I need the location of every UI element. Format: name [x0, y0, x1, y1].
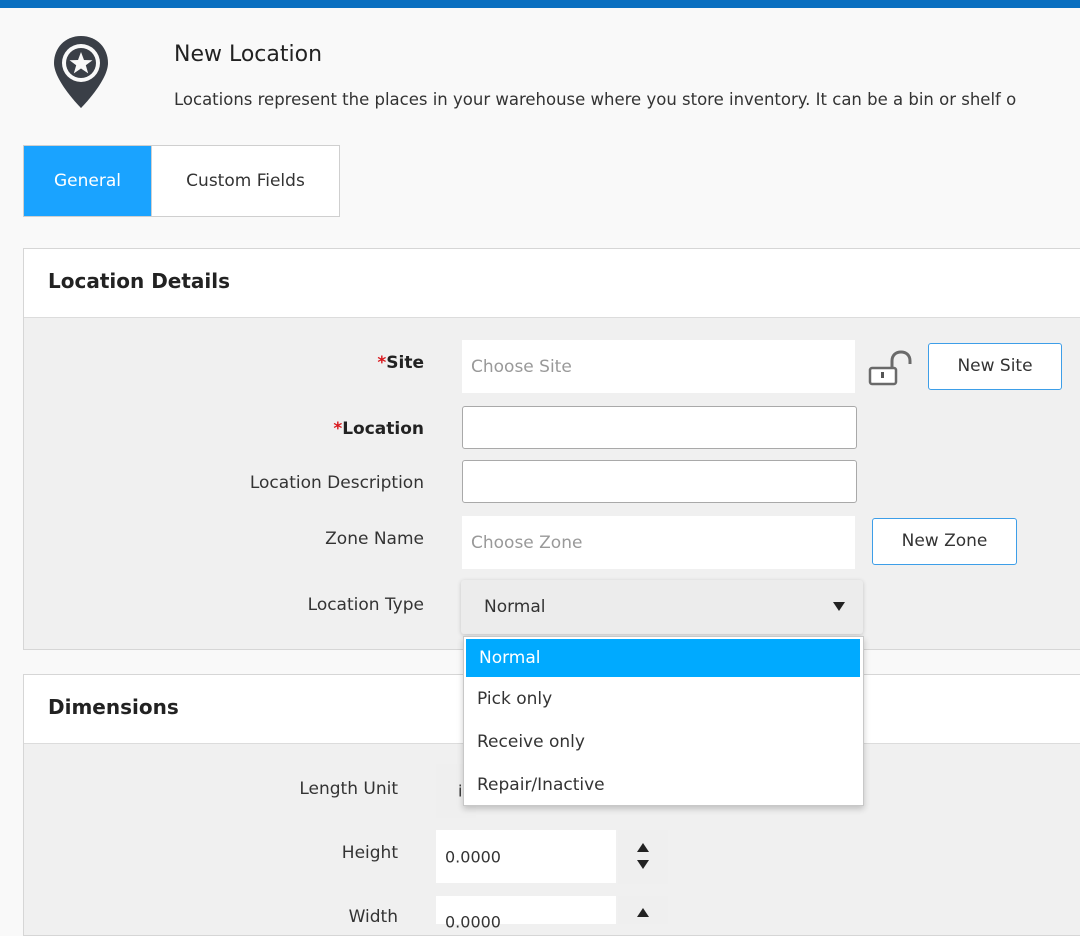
- zone-placeholder: Choose Zone: [471, 532, 583, 553]
- length-unit-label: Length Unit: [299, 779, 398, 799]
- increment-icon[interactable]: [637, 843, 649, 852]
- dimensions-title: Dimensions: [48, 695, 179, 719]
- site-label: *Site: [377, 353, 424, 373]
- unlock-icon[interactable]: [868, 350, 914, 386]
- new-zone-button[interactable]: New Zone: [872, 518, 1017, 565]
- tab-bar: General Custom Fields: [23, 145, 340, 217]
- location-type-select[interactable]: Normal: [461, 580, 863, 634]
- location-type-dropdown: Normal Pick only Receive only Repair/Ina…: [463, 636, 864, 806]
- required-star: *: [333, 419, 343, 439]
- new-site-button[interactable]: New Site: [928, 343, 1062, 390]
- width-label: Width: [348, 907, 398, 927]
- tab-general[interactable]: General: [24, 146, 151, 216]
- height-label: Height: [341, 843, 398, 863]
- page-title: New Location: [174, 42, 323, 67]
- zone-name-label: Zone Name: [325, 529, 424, 549]
- option-pick-only[interactable]: Pick only: [464, 680, 863, 718]
- location-label: *Location: [333, 419, 424, 439]
- height-stepper[interactable]: [618, 830, 668, 884]
- location-input[interactable]: [462, 406, 857, 449]
- option-repair-inactive[interactable]: Repair/Inactive: [464, 766, 863, 804]
- location-details-header: Location Details: [24, 249, 1080, 318]
- option-receive-only[interactable]: Receive only: [464, 723, 863, 761]
- height-input[interactable]: 0.0000: [436, 830, 616, 883]
- zone-name-input[interactable]: Choose Zone: [462, 516, 855, 569]
- width-stepper[interactable]: [618, 896, 668, 924]
- chevron-down-icon: [833, 602, 845, 611]
- location-type-label: Location Type: [307, 595, 424, 615]
- option-normal[interactable]: Normal: [466, 639, 860, 677]
- top-accent-bar: [0, 0, 1080, 8]
- page-description: Locations represent the places in your w…: [174, 90, 1017, 109]
- increment-icon[interactable]: [637, 908, 649, 917]
- location-description-input[interactable]: [462, 460, 857, 503]
- tab-custom-fields[interactable]: Custom Fields: [151, 146, 339, 216]
- width-input[interactable]: 0.0000: [436, 896, 616, 932]
- required-star: *: [377, 353, 387, 373]
- site-placeholder: Choose Site: [471, 356, 572, 377]
- location-star-pin-icon: [54, 36, 108, 108]
- location-type-selected: Normal: [484, 597, 546, 617]
- site-input[interactable]: Choose Site: [462, 340, 855, 393]
- location-description-label: Location Description: [249, 473, 424, 493]
- location-details-title: Location Details: [48, 269, 231, 293]
- decrement-icon[interactable]: [637, 860, 649, 869]
